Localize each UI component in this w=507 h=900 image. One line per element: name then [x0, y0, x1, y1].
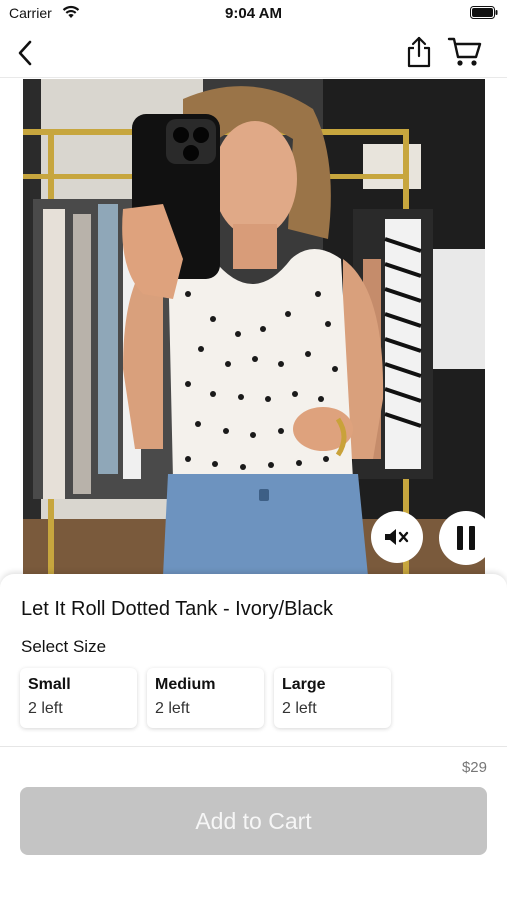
chevron-left-icon [18, 40, 32, 66]
size-options: Small 2 left Medium 2 left Large 2 left [20, 668, 391, 728]
size-name: Large [282, 676, 326, 693]
size-stock: 2 left [155, 700, 190, 717]
product-price: $29 [461, 759, 487, 776]
pause-button[interactable] [439, 511, 485, 565]
size-option-small[interactable]: Small 2 left [20, 668, 137, 728]
status-time: 9:04 AM [225, 5, 282, 22]
status-bar: Carrier 9:04 AM [0, 0, 507, 28]
size-option-large[interactable]: Large 2 left [274, 668, 391, 728]
shopping-cart-icon [447, 37, 482, 66]
product-title: Let It Roll Dotted Tank - Ivory/Black [21, 598, 333, 620]
size-option-medium[interactable]: Medium 2 left [147, 668, 264, 728]
cart-button[interactable] [445, 34, 485, 70]
back-button[interactable] [12, 38, 38, 68]
mute-button[interactable] [371, 511, 423, 563]
share-icon [407, 36, 431, 68]
size-name: Small [28, 676, 71, 693]
battery-icon [470, 6, 498, 19]
pause-icon [457, 526, 475, 550]
size-stock: 2 left [282, 700, 317, 717]
share-button[interactable] [404, 34, 434, 70]
size-stock: 2 left [28, 700, 63, 717]
navigation-bar [0, 28, 507, 78]
speaker-muted-icon [385, 529, 409, 545]
divider [0, 746, 507, 747]
size-name: Medium [155, 676, 216, 693]
add-to-cart-button[interactable]: Add to Cart [20, 787, 487, 855]
product-video[interactable] [23, 79, 485, 576]
video-frame [23, 79, 485, 576]
size-heading: Select Size [21, 637, 107, 656]
product-sheet: Let It Roll Dotted Tank - Ivory/Black Se… [0, 574, 507, 900]
